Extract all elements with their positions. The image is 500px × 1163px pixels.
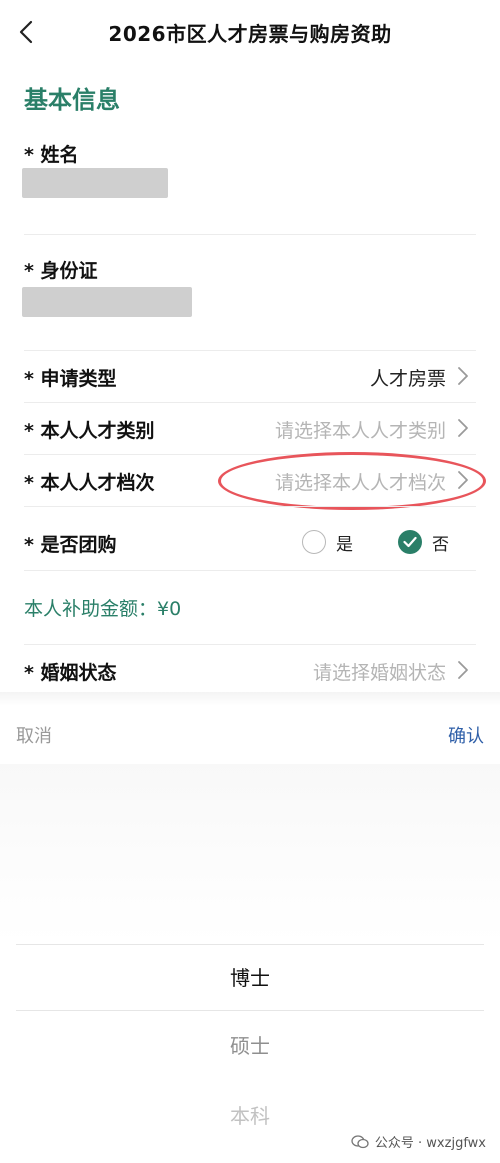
picker-cancel-button[interactable]: 取消 bbox=[16, 722, 52, 748]
group-buy-yes-option[interactable]: 是 bbox=[302, 526, 353, 558]
talent-level-label: * 本人人才档次 bbox=[24, 472, 155, 494]
talent-category-label: * 本人人才类别 bbox=[24, 420, 155, 442]
name-label: * 姓名 bbox=[24, 144, 79, 166]
talent-category-placeholder: 请选择本人人才类别 bbox=[274, 420, 446, 442]
picker-shadow bbox=[0, 692, 500, 706]
picker-option[interactable]: 硕士 bbox=[0, 1030, 500, 1059]
section-title: 基本信息 bbox=[24, 86, 120, 114]
watermark-text: 公众号 · wxzjgfwx bbox=[374, 1136, 486, 1151]
group-buy-no-option[interactable]: 否 bbox=[398, 526, 449, 558]
picker-fade-mask bbox=[0, 764, 500, 944]
apply-type-value: 人才房票 bbox=[369, 368, 446, 390]
marital-status-label: * 婚姻状态 bbox=[24, 662, 117, 684]
name-field-redacted[interactable] bbox=[22, 168, 168, 198]
picker-confirm-button[interactable]: 确认 bbox=[448, 722, 484, 748]
radio-checked-icon bbox=[398, 530, 422, 554]
marital-status-placeholder: 请选择婚姻状态 bbox=[312, 662, 446, 684]
page-title: 2026市区人才房票与购房资助 bbox=[108, 22, 392, 46]
apply-type-label: * 申请类型 bbox=[24, 368, 117, 390]
checkmark-icon bbox=[403, 536, 417, 548]
divider bbox=[24, 644, 476, 645]
divider bbox=[24, 234, 476, 235]
group-buy-no-label: 否 bbox=[432, 534, 449, 555]
group-buy-yes-label: 是 bbox=[336, 534, 353, 555]
radio-unchecked-icon bbox=[302, 530, 326, 554]
chevron-right-icon bbox=[458, 471, 468, 489]
chevron-right-icon bbox=[458, 367, 468, 385]
page: 2026市区人才房票与购房资助 基本信息 * 姓名 * 身份证 * 申请类型 人… bbox=[0, 0, 500, 1163]
picker-option[interactable]: 博士 bbox=[0, 962, 500, 991]
picker-toolbar: 取消 确认 bbox=[0, 710, 500, 754]
id-label: * 身份证 bbox=[24, 260, 98, 282]
subsidy-amount: 本人补助金额：¥0 bbox=[24, 598, 182, 620]
divider bbox=[24, 570, 476, 571]
chevron-right-icon bbox=[458, 661, 468, 679]
chevron-right-icon bbox=[458, 419, 468, 437]
talent-level-placeholder: 请选择本人人才档次 bbox=[274, 472, 446, 494]
divider bbox=[24, 506, 476, 507]
talent-category-row[interactable]: * 本人人才类别 请选择本人人才类别 bbox=[0, 404, 500, 452]
picker-selection-top-line bbox=[16, 944, 484, 945]
talent-level-row[interactable]: * 本人人才档次 请选择本人人才档次 bbox=[0, 456, 500, 504]
picker-selection-bottom-line bbox=[16, 1010, 484, 1011]
divider bbox=[24, 402, 476, 403]
divider bbox=[24, 454, 476, 455]
watermark: 公众号 · wxzjgfwx bbox=[351, 1132, 486, 1151]
group-buy-label: * 是否团购 bbox=[24, 534, 117, 556]
apply-type-row[interactable]: * 申请类型 人才房票 bbox=[0, 352, 500, 400]
picker-option[interactable]: 本科 bbox=[0, 1100, 500, 1129]
wechat-logo-icon bbox=[351, 1134, 369, 1148]
id-field-redacted[interactable] bbox=[22, 287, 192, 317]
marital-status-row[interactable]: * 婚姻状态 请选择婚姻状态 bbox=[0, 646, 500, 694]
divider bbox=[24, 350, 476, 351]
header: 2026市区人才房票与购房资助 bbox=[0, 0, 500, 64]
